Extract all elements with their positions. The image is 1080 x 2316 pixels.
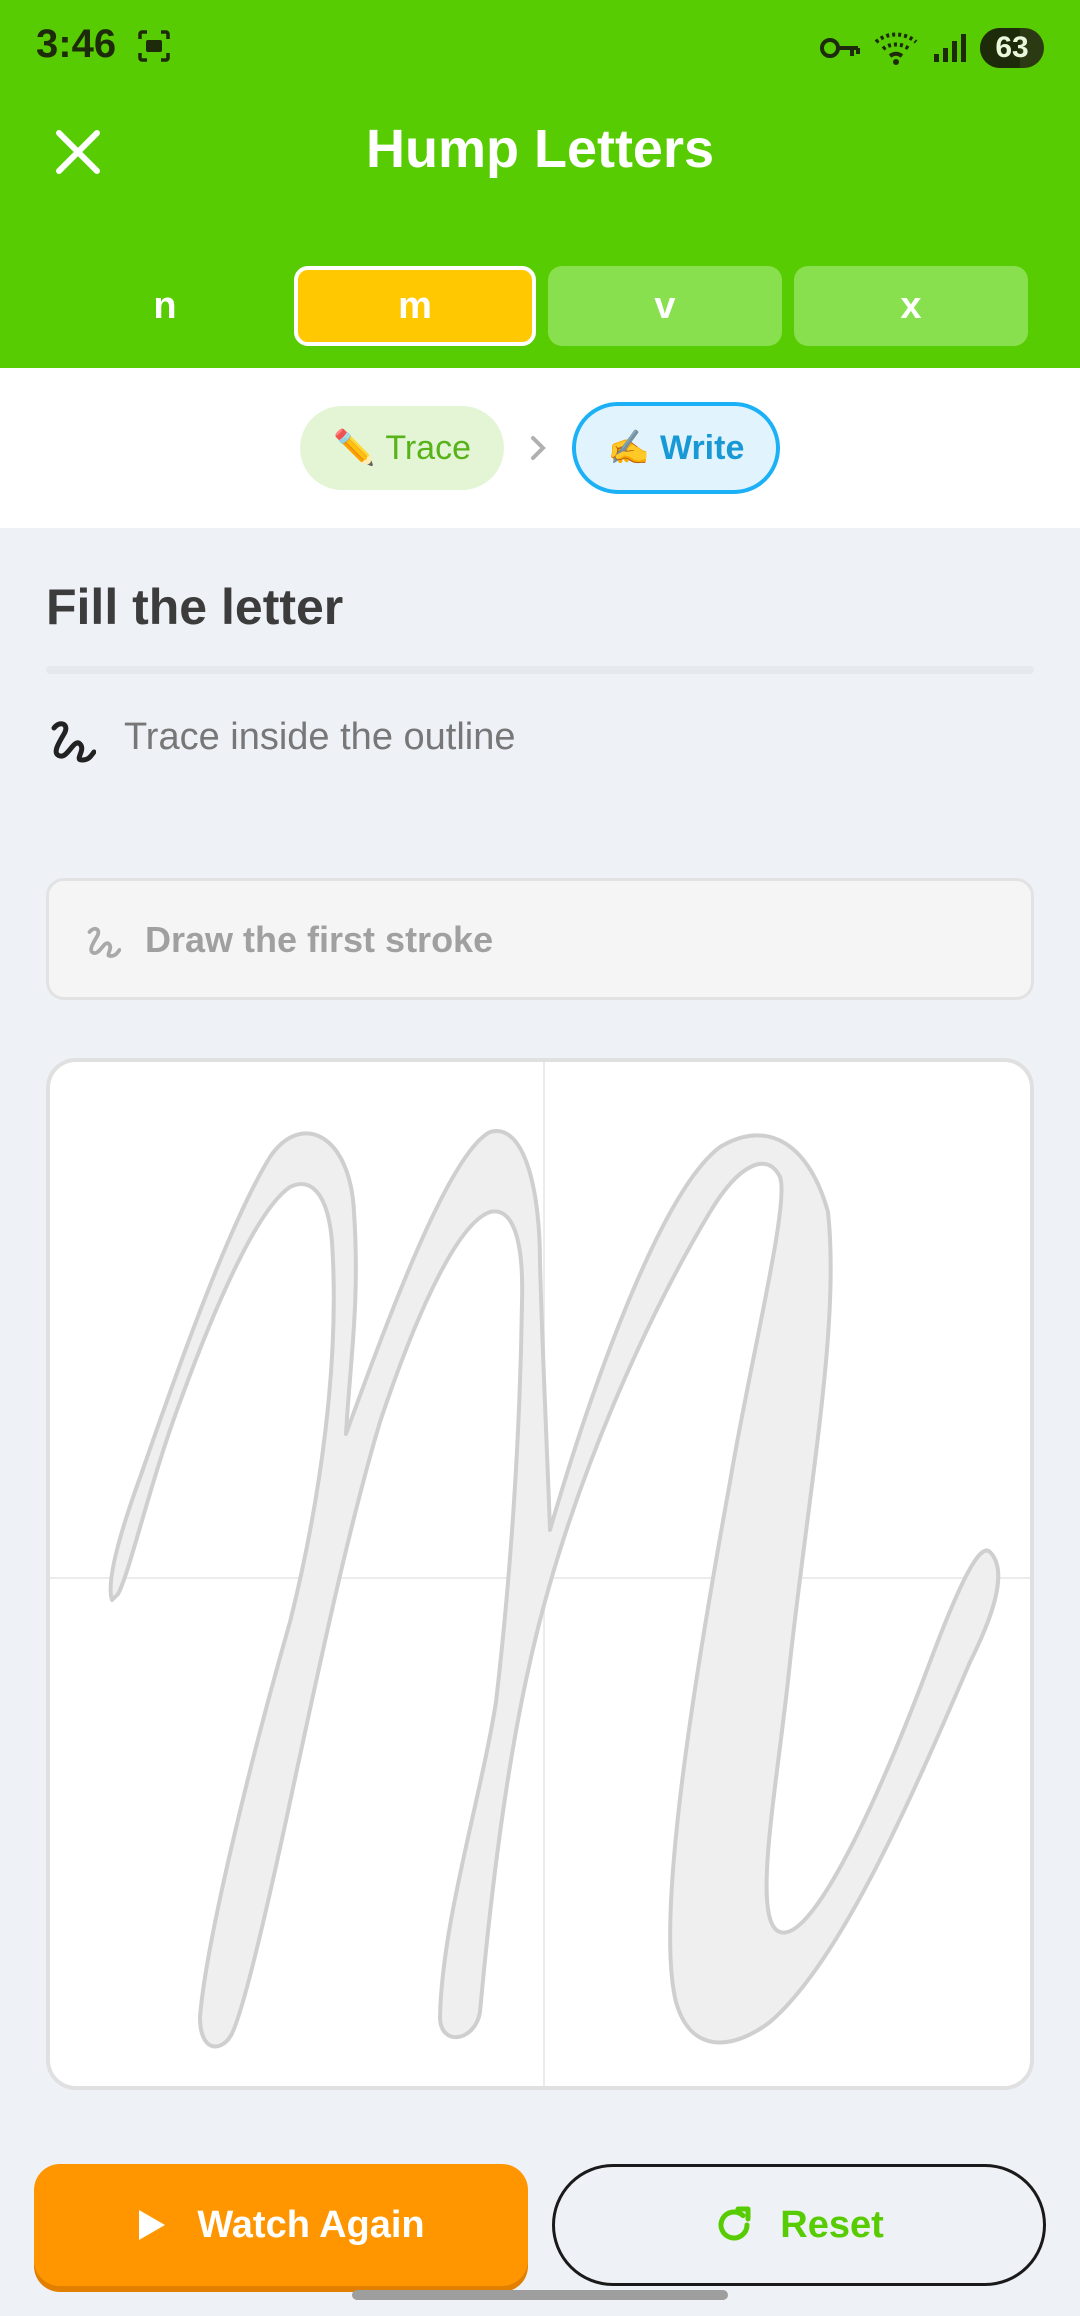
vpn-key-icon xyxy=(820,38,860,58)
writing-hand-icon: ✍️ xyxy=(607,429,650,467)
squiggle-icon xyxy=(51,721,96,763)
letter-m-outline xyxy=(108,1129,1001,2049)
reset-button[interactable]: Reset xyxy=(552,2164,1046,2286)
play-icon xyxy=(139,2210,166,2240)
write-mode-button[interactable]: ✍️ Write xyxy=(572,402,780,494)
tab-letter-m[interactable]: m xyxy=(294,266,536,346)
drawing-canvas[interactable] xyxy=(46,1058,1034,2090)
chevron-right-icon xyxy=(531,436,546,460)
watch-again-label: Watch Again xyxy=(197,2203,425,2246)
hint-box: Draw the first stroke xyxy=(46,878,1034,1000)
divider xyxy=(46,666,1034,674)
status-icons: 63 xyxy=(820,26,1044,70)
home-indicator[interactable] xyxy=(352,2290,728,2300)
page-title: Hump Letters xyxy=(365,119,715,179)
battery-level: 63 xyxy=(995,31,1029,64)
screenshot-icon xyxy=(138,30,170,62)
watch-again-button[interactable]: Watch Again xyxy=(34,2164,528,2286)
signal-icon xyxy=(934,34,966,62)
trace-mode-label: Trace xyxy=(385,428,471,467)
battery-icon: 63 xyxy=(980,28,1044,68)
section-title: Fill the letter xyxy=(46,579,344,635)
squiggle-icon xyxy=(87,926,121,958)
letter-outline xyxy=(50,1062,1030,2086)
pencil-icon: ✏️ xyxy=(333,429,376,467)
refresh-icon xyxy=(718,2206,751,2241)
letter-tabs: n m v x xyxy=(48,266,1028,346)
reset-label: Reset xyxy=(780,2203,884,2246)
tab-letter-v[interactable]: v xyxy=(548,266,782,346)
status-bar: 3:46 63 xyxy=(0,0,1080,96)
tab-letter-x[interactable]: x xyxy=(794,266,1028,346)
status-time: 3:46 xyxy=(36,22,117,66)
mode-selector: ✏️ Trace ✍️ Write xyxy=(0,368,1080,528)
hint-text: Draw the first stroke xyxy=(145,919,494,960)
tab-letter-n[interactable]: n xyxy=(48,266,282,346)
trace-mode-button[interactable]: ✏️ Trace xyxy=(300,406,504,490)
write-mode-label: Write xyxy=(659,428,745,467)
wifi-icon xyxy=(874,32,918,65)
instruction-text: Trace inside the outline xyxy=(124,716,516,758)
